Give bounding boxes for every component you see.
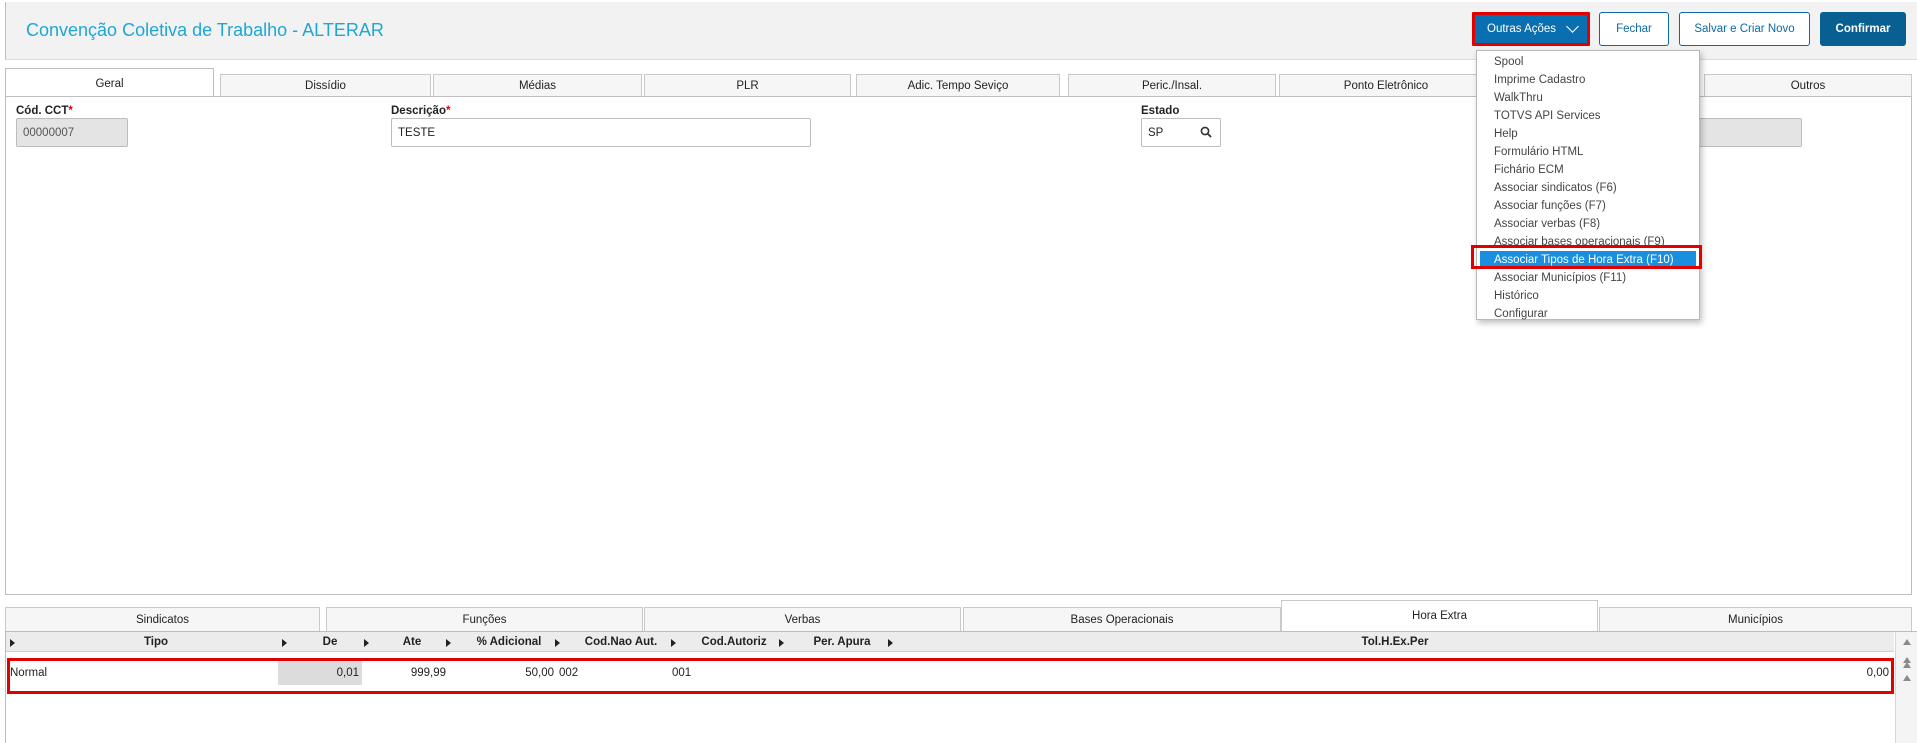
sort-arrow-icon[interactable] (446, 639, 451, 647)
col-cod-nao-aut[interactable]: Cod.Nao Aut. (563, 632, 679, 652)
menu-item-fichario-ecm[interactable]: Fichário ECM (1477, 161, 1699, 179)
scroll-up-icon[interactable] (1903, 639, 1911, 645)
sort-arrow-icon[interactable] (671, 639, 676, 647)
grid-header: Tipo De Ate % Adicional Cod.Nao Aut. Cod… (6, 632, 1894, 652)
col-tol-h-ex-per[interactable]: Tol.H.Ex.Per (896, 632, 1894, 652)
chevron-down-icon (1566, 20, 1579, 33)
menu-item-formulario-html[interactable]: Formulário HTML (1477, 143, 1699, 161)
tab-municipios[interactable]: Municípios (1599, 607, 1912, 631)
cell-de: 0,01 (278, 661, 362, 685)
tab-bases-operacionais[interactable]: Bases Operacionais (963, 607, 1281, 631)
descricao-field[interactable]: TESTE (391, 118, 811, 147)
menu-item-associar-verbas[interactable]: Associar verbas (F8) (1477, 215, 1699, 233)
sort-arrow-icon[interactable] (555, 639, 560, 647)
cell-cod-nao-aut: 002 (559, 667, 579, 679)
cell-tipo: Normal (10, 667, 48, 679)
col-ate[interactable]: Ate (372, 632, 452, 652)
tab-adic-tempo-servico[interactable]: Adic. Tempo Seviço (856, 74, 1060, 97)
sort-arrow-icon[interactable] (888, 639, 893, 647)
menu-item-historico[interactable]: Histórico (1477, 287, 1699, 305)
estado-value: SP (1148, 126, 1164, 139)
menu-item-associar-tipos-hora-extra[interactable]: Associar Tipos de Hora Extra (F10) (1480, 251, 1696, 269)
tab-geral[interactable]: Geral (5, 68, 214, 98)
menu-item-totvs-api[interactable]: TOTVS API Services (1477, 107, 1699, 125)
menu-item-walkthru[interactable]: WalkThru (1477, 89, 1699, 107)
outras-acoes-label: Outras Ações (1487, 23, 1557, 35)
tab-peric-insal[interactable]: Peric./Insal. (1068, 74, 1276, 97)
tab-dissidio[interactable]: Dissídio (220, 74, 431, 97)
col-per-apura[interactable]: Per. Apura (787, 632, 897, 652)
tab-sindicatos[interactable]: Sindicatos (5, 607, 320, 631)
hora-extra-grid: Tipo De Ate % Adicional Cod.Nao Aut. Cod… (5, 631, 1917, 743)
menu-item-spool[interactable]: Spool (1477, 53, 1699, 71)
descricao-label: Descrição* (391, 105, 451, 117)
disabled-field (1690, 118, 1802, 147)
col-de[interactable]: De (290, 632, 370, 652)
table-row[interactable]: Normal 0,01 999,99 50,00 002 001 0,00 (6, 661, 1894, 685)
outras-acoes-button[interactable]: Outras Ações (1472, 12, 1590, 46)
menu-item-associar-sindicatos[interactable]: Associar sindicatos (F6) (1477, 179, 1699, 197)
cell-tol-h-ex-per: 0,00 (1866, 667, 1889, 679)
tab-plr[interactable]: PLR (644, 74, 851, 97)
cod-cct-field: 00000007 (16, 118, 128, 147)
menu-item-help[interactable]: Help (1477, 125, 1699, 143)
grid-scrollbar[interactable] (1895, 632, 1917, 743)
col-adicional[interactable]: % Adicional (454, 632, 564, 652)
tab-medias[interactable]: Médias (433, 74, 642, 97)
menu-item-associar-bases[interactable]: Associar bases operacionais (F9) (1477, 233, 1699, 251)
lower-tabs: Sindicatos Funções Verbas Bases Operacio… (5, 600, 1917, 631)
tab-funcoes[interactable]: Funções (326, 607, 643, 631)
sort-arrow-icon[interactable] (282, 639, 287, 647)
scroll-step-up-icon[interactable] (1903, 675, 1911, 681)
cell-cod-autoriz: 001 (672, 667, 692, 679)
cell-per-apura (787, 661, 887, 685)
estado-label: Estado (1141, 105, 1180, 117)
menu-item-associar-funcoes[interactable]: Associar funções (F7) (1477, 197, 1699, 215)
sort-arrow-icon[interactable] (364, 639, 369, 647)
col-cod-autoriz[interactable]: Cod.Autoriz (679, 632, 789, 652)
outras-acoes-menu: Spool Imprime Cadastro WalkThru TOTVS AP… (1476, 50, 1700, 320)
sort-arrow-icon[interactable] (10, 639, 15, 647)
tab-ponto-eletronico[interactable]: Ponto Eletrônico (1279, 74, 1493, 97)
confirmar-button[interactable]: Confirmar (1820, 12, 1906, 46)
estado-field[interactable]: SP (1141, 118, 1221, 147)
menu-item-configurar[interactable]: Configurar (1477, 305, 1699, 323)
menu-item-associar-municipios[interactable]: Associar Municípios (F11) (1477, 269, 1699, 287)
tab-verbas[interactable]: Verbas (644, 607, 961, 631)
fechar-button[interactable]: Fechar (1599, 12, 1669, 46)
cod-cct-label: Cód. CCT* (16, 105, 73, 117)
cell-adicional: 50,00 (525, 667, 554, 679)
menu-item-imprime-cadastro[interactable]: Imprime Cadastro (1477, 71, 1699, 89)
tab-outros[interactable]: Outros (1704, 74, 1912, 97)
cell-ate: 999,99 (410, 667, 446, 679)
salvar-criar-novo-button[interactable]: Salvar e Criar Novo (1679, 12, 1810, 46)
app-window: Convenção Coletiva de Trabalho - ALTERAR… (0, 0, 1917, 743)
tab-hora-extra[interactable]: Hora Extra (1281, 600, 1598, 631)
page-title: Convenção Coletiva de Trabalho - ALTERAR (26, 20, 384, 40)
scroll-page-up-icon[interactable] (1903, 662, 1911, 668)
col-tipo[interactable]: Tipo (16, 632, 296, 652)
sort-arrow-icon[interactable] (779, 639, 784, 647)
search-icon[interactable] (1200, 126, 1212, 138)
